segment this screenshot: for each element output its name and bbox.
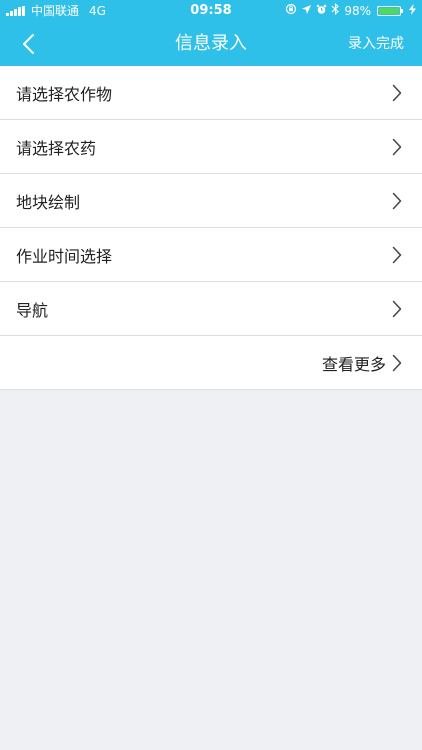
carrier-label: 中国联通 <box>31 4 80 18</box>
finish-entry-button[interactable]: 录入完成 <box>348 22 404 66</box>
battery-level-fill <box>379 8 399 14</box>
network-label: 4G <box>89 4 106 18</box>
list-item-pesticide[interactable]: 请选择农药 <box>0 120 422 174</box>
list-item-plot-drawing[interactable]: 地块绘制 <box>0 174 422 228</box>
app-header: 中国联通 4G 09:58 98% 信息录入 录入完成 <box>0 0 422 66</box>
battery-icon <box>377 6 403 16</box>
status-right: 98% <box>285 0 416 22</box>
chevron-right-icon <box>390 353 404 373</box>
battery-percentage: 98% <box>344 4 371 18</box>
list-item-label: 地块绘制 <box>16 192 81 212</box>
charging-icon <box>409 0 416 22</box>
view-more-button[interactable]: 查看更多 <box>0 336 422 390</box>
list-item-label: 请选择农药 <box>16 138 97 158</box>
alarm-icon <box>316 0 327 22</box>
status-left: 中国联通 4G <box>6 0 106 22</box>
list-item-crop[interactable]: 请选择农作物 <box>0 66 422 120</box>
list-item-label: 导航 <box>16 300 49 320</box>
location-icon <box>301 0 312 22</box>
chevron-right-icon <box>390 191 404 211</box>
view-more-label: 查看更多 <box>321 354 386 374</box>
list-item-navigation[interactable]: 导航 <box>0 282 422 336</box>
signal-icon <box>6 6 25 16</box>
chevron-right-icon <box>390 83 404 103</box>
status-bar: 中国联通 4G 09:58 98% <box>0 0 422 22</box>
info-list: 请选择农作物 请选择农药 地块绘制 作业时间选择 导航 查看更多 <box>0 66 422 390</box>
chevron-right-icon <box>390 137 404 157</box>
bluetooth-icon <box>331 0 340 22</box>
list-item-label: 请选择农作物 <box>16 84 113 104</box>
nav-bar: 信息录入 录入完成 <box>0 22 422 66</box>
list-item-label: 作业时间选择 <box>16 246 113 266</box>
list-item-work-time[interactable]: 作业时间选择 <box>0 228 422 282</box>
chevron-right-icon <box>390 245 404 265</box>
rotation-lock-icon <box>285 0 297 22</box>
chevron-right-icon <box>390 299 404 319</box>
